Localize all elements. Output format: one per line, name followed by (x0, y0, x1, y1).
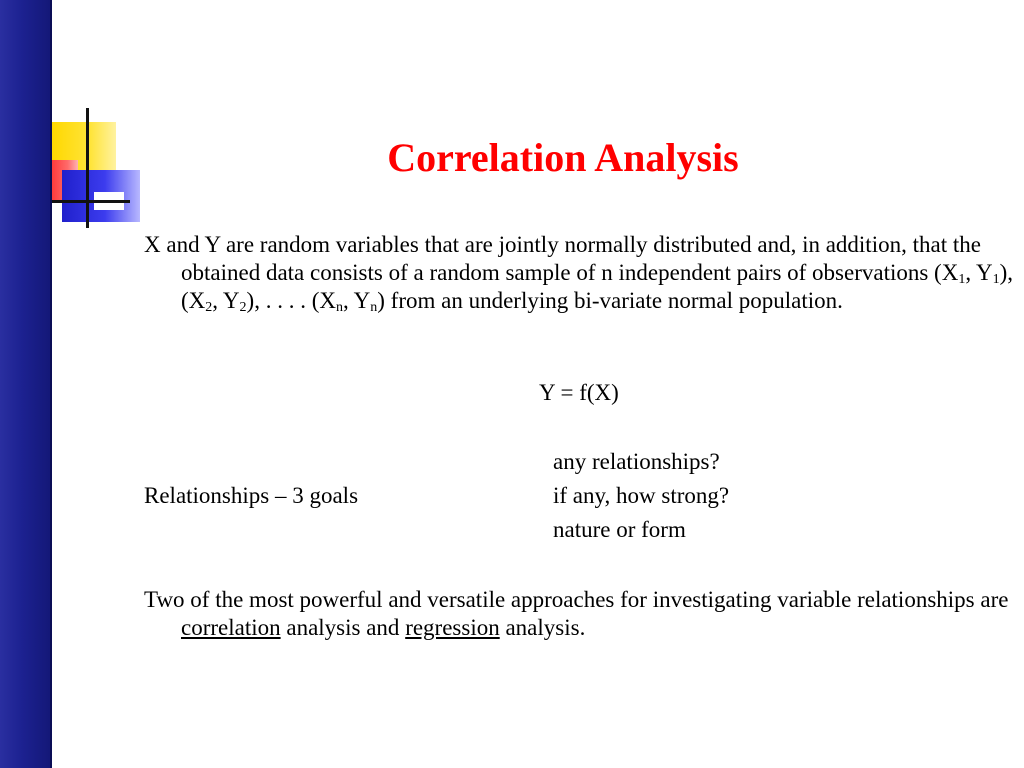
vertical-crosshair-line (86, 108, 89, 228)
goal-item: if any, how strong? (553, 483, 730, 508)
definition-paragraph: X and Y are random variables that are jo… (144, 232, 1014, 315)
approaches-paragraph: Two of the most powerful and versatile a… (144, 587, 1009, 640)
goal-item: nature or form (553, 517, 686, 542)
goal-item: any relationships? (553, 449, 720, 474)
correlation-link[interactable]: correlation (181, 615, 281, 640)
relationships-label: Relationships – 3 goals (144, 483, 359, 508)
formula: Y = f(X) (539, 380, 619, 405)
horizontal-crosshair-line (52, 200, 130, 203)
regression-link[interactable]: regression (405, 615, 500, 640)
decorative-logo-blocks (50, 108, 140, 230)
slide: Correlation Analysis X and Y are random … (0, 0, 1024, 768)
side-accent-bar (0, 0, 52, 768)
slide-title: Correlation Analysis (387, 135, 739, 180)
